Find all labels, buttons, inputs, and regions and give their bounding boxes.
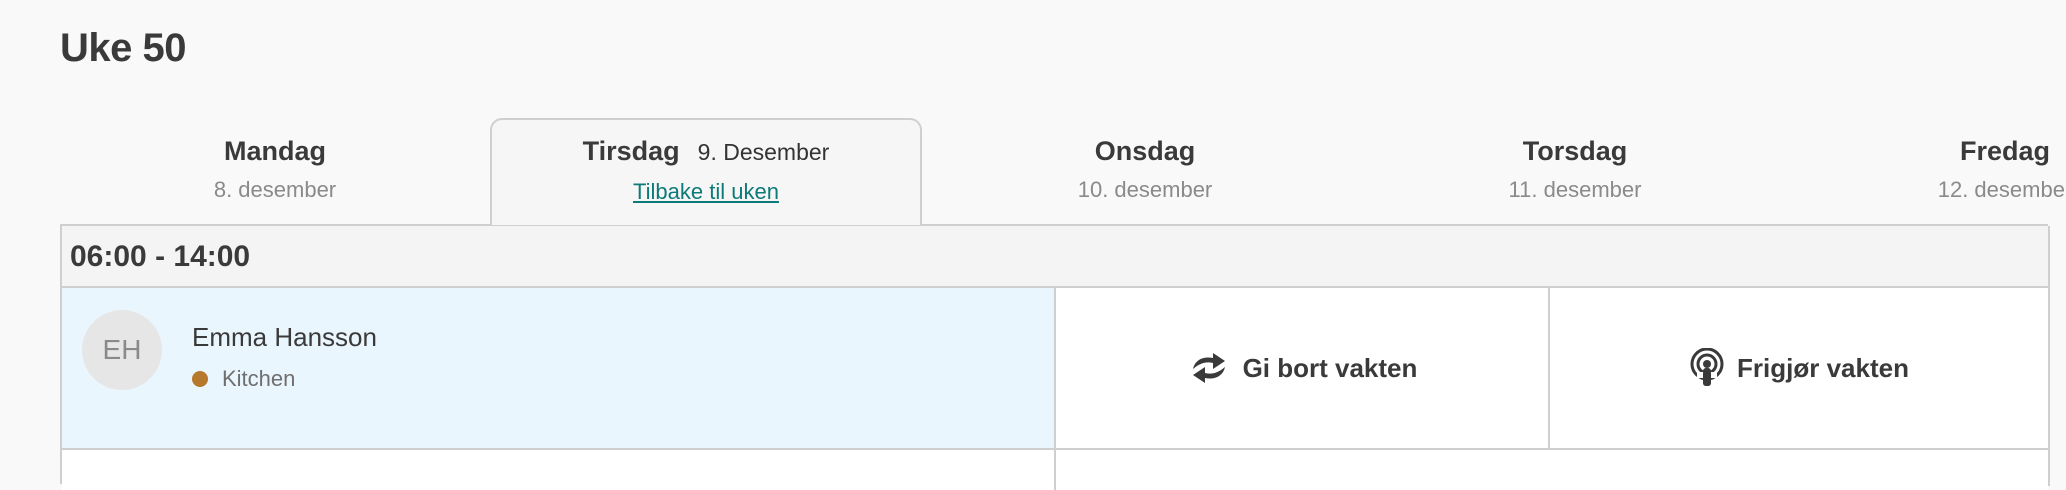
shift-schedule: 06:00 - 14:00 EH Emma Hansson Kitchen Gi… xyxy=(60,224,2050,490)
avatar: EH xyxy=(82,310,162,390)
next-shift-row xyxy=(62,450,2048,490)
give-away-label: Gi bort vakten xyxy=(1242,352,1418,383)
release-shift-button[interactable]: Frigjør vakten xyxy=(1550,288,2048,448)
day-name: Tirsdag xyxy=(582,136,680,166)
department: Kitchen xyxy=(192,366,295,392)
day-name: Fredag xyxy=(1959,136,2051,166)
day-date: 10. desember xyxy=(1077,177,1213,202)
day-tabs: Mandag 8. desember Tirsdag 9. Desember T… xyxy=(60,118,2066,225)
shift-time: 06:00 - 14:00 xyxy=(70,240,251,273)
page-title: Uke 50 xyxy=(60,26,186,70)
day-date: 8. desember xyxy=(213,177,337,202)
divider xyxy=(2048,226,2050,486)
day-date: 9. Desember xyxy=(697,139,830,165)
day-date: 12. desember xyxy=(1937,177,2066,202)
day-name: Onsdag xyxy=(1094,136,1196,166)
day-name: Torsdag xyxy=(1522,136,1628,166)
swap-arrows-icon xyxy=(1187,351,1231,385)
employee-cell[interactable]: EH Emma Hansson Kitchen xyxy=(62,288,1056,448)
day-date: 11. desember xyxy=(1508,177,1642,202)
tab-onsdag[interactable]: Onsdag 10. desember xyxy=(930,118,1360,225)
department-label: Kitchen xyxy=(222,366,296,391)
broadcast-icon xyxy=(1689,348,1725,388)
employee-name: Emma Hansson xyxy=(192,322,377,352)
release-label: Frigjør vakten xyxy=(1737,352,1909,383)
shift-header: 06:00 - 14:00 xyxy=(62,226,2048,288)
department-color-dot xyxy=(192,371,208,387)
divider xyxy=(1054,450,1056,490)
tab-tirsdag[interactable]: Tirsdag 9. Desember Tilbake til uken xyxy=(490,118,922,225)
day-name: Mandag xyxy=(223,136,326,166)
back-to-week-link[interactable]: Tilbake til uken xyxy=(633,179,779,205)
tab-torsdag[interactable]: Torsdag 11. desember xyxy=(1360,118,1790,225)
give-away-shift-button[interactable]: Gi bort vakten xyxy=(1056,288,1550,448)
tab-mandag[interactable]: Mandag 8. desember xyxy=(60,118,490,225)
tab-fredag[interactable]: Fredag 12. desember xyxy=(1790,118,2066,225)
shift-row: EH Emma Hansson Kitchen Gi bort vakten F… xyxy=(62,288,2048,450)
